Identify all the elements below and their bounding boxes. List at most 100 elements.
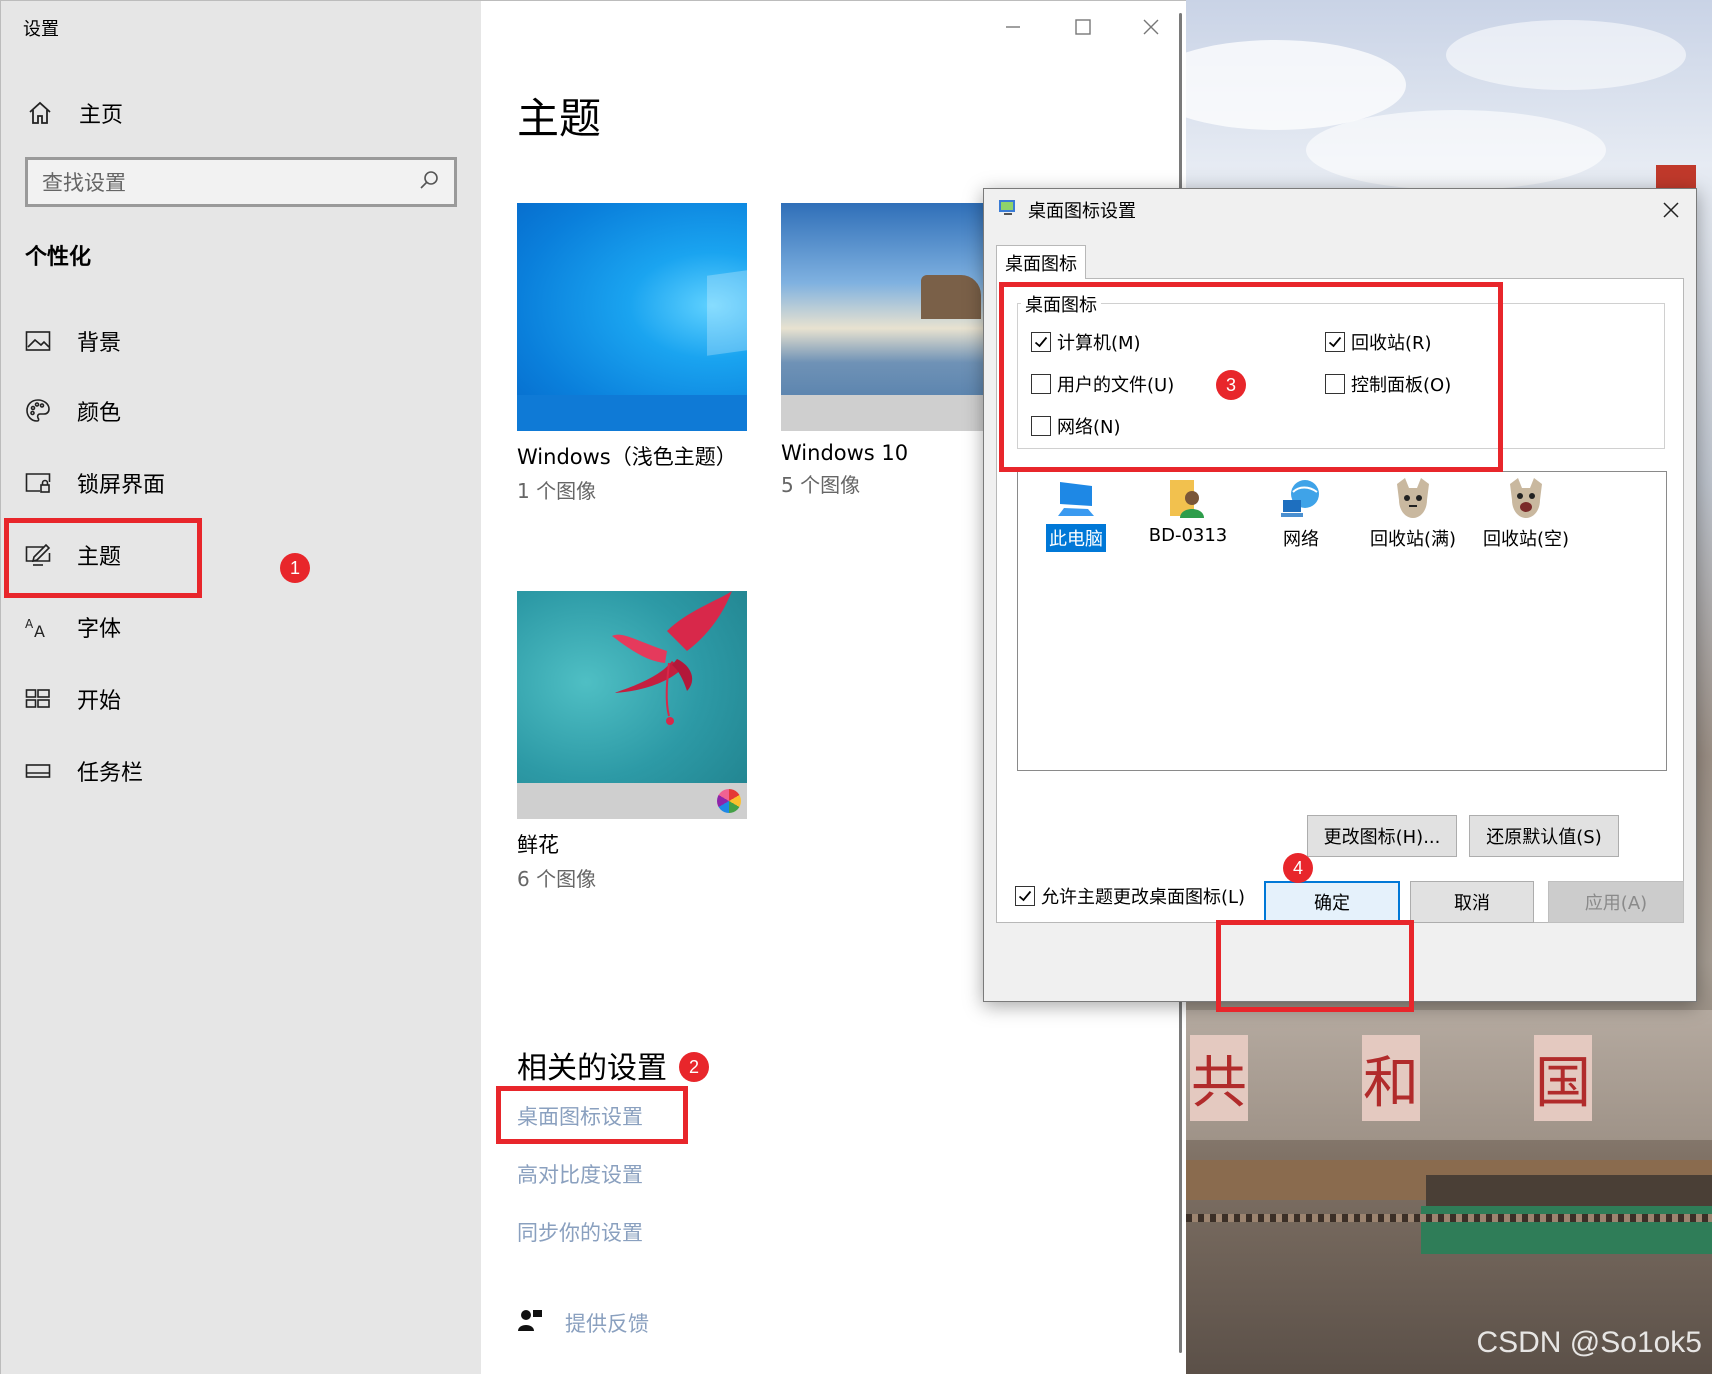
image-icon xyxy=(23,326,53,356)
checkbox-unchecked[interactable] xyxy=(1031,416,1051,436)
checkbox-unchecked[interactable] xyxy=(1325,374,1345,394)
sidebar-item-label: 开始 xyxy=(77,689,122,714)
desktop-icon-settings-dialog: 桌面图标设置 桌面图标 桌面图标 计算机(M) 回收站(R) 用户的文件(U) … xyxy=(983,188,1697,1002)
checkbox-label: 网络(N) xyxy=(1057,417,1121,438)
dialog-titlebar[interactable]: 桌面图标设置 xyxy=(984,189,1696,231)
sidebar-item-label: 背景 xyxy=(77,331,122,356)
icon-tile-recycle-empty[interactable]: 回收站(空) xyxy=(1476,476,1576,552)
checkbox-unchecked[interactable] xyxy=(1031,374,1051,394)
lock-screen-icon xyxy=(23,468,53,498)
icon-label: 回收站(满) xyxy=(1369,529,1457,550)
icon-tile-recycle-full[interactable]: 回收站(满) xyxy=(1363,476,1463,552)
sidebar-item-background[interactable]: 背景 xyxy=(23,319,121,363)
sidebar-item-label: 颜色 xyxy=(77,401,122,426)
icon-label: 此电脑 xyxy=(1046,524,1106,552)
network-checkbox[interactable]: 网络(N) xyxy=(1031,413,1121,439)
sidebar-item-colors[interactable]: 颜色 xyxy=(23,389,121,433)
computer-icon xyxy=(1058,482,1094,516)
font-icon: AA xyxy=(23,612,53,642)
gate-character: 和 xyxy=(1362,1035,1420,1121)
sidebar-item-themes[interactable]: 主题 xyxy=(23,533,121,577)
icon-label: BD-0313 xyxy=(1148,525,1228,546)
recycle-bin-full-icon xyxy=(1397,478,1429,518)
sidebar-item-lock-screen[interactable]: 锁屏界面 xyxy=(23,461,165,505)
group-label: 桌面图标 xyxy=(1021,291,1101,317)
tab-desktop-icons[interactable]: 桌面图标 xyxy=(996,245,1086,279)
icon-label: 网络 xyxy=(1283,529,1319,550)
search-icon xyxy=(418,169,440,196)
theme-card-windows-10[interactable]: Windows 10 5 个图像 xyxy=(781,203,1011,498)
theme-thumbnail xyxy=(517,591,747,819)
desktop-settings-icon xyxy=(998,198,1018,223)
dialog-close-button[interactable] xyxy=(1656,195,1686,225)
checkbox-label: 允许主题更改桌面图标(L) xyxy=(1041,887,1246,908)
sidebar-item-start[interactable]: 开始 xyxy=(23,677,121,721)
control-panel-checkbox[interactable]: 控制面板(O) xyxy=(1325,371,1451,397)
feedback-link[interactable]: 提供反馈 xyxy=(517,1307,649,1338)
dialog-title: 桌面图标设置 xyxy=(1028,201,1136,222)
restore-default-button[interactable]: 还原默认值(S) xyxy=(1469,815,1619,857)
ok-button[interactable]: 确定 xyxy=(1264,881,1400,923)
icon-tile-this-pc[interactable]: 此电脑 xyxy=(1026,476,1126,552)
flower-image xyxy=(612,591,732,725)
icon-tile-user-folder[interactable]: BD-0313 xyxy=(1138,476,1238,547)
checkbox-label: 用户的文件(U) xyxy=(1057,375,1175,396)
theme-card-windows-light[interactable]: Windows（浅色主题） 1 个图像 xyxy=(517,203,747,504)
theme-image-count: 5 个图像 xyxy=(781,473,861,497)
checkbox-checked[interactable] xyxy=(1015,886,1035,906)
sidebar-item-label: 任务栏 xyxy=(77,761,144,786)
cancel-button[interactable]: 取消 xyxy=(1410,881,1534,923)
search-input[interactable]: 查找设置 xyxy=(25,157,457,207)
sidebar-item-label: 字体 xyxy=(77,617,122,642)
checkbox-checked[interactable] xyxy=(1325,332,1345,352)
sidebar-item-fonts[interactable]: AA 字体 xyxy=(23,605,121,649)
home-icon xyxy=(25,98,55,128)
network-globe-icon xyxy=(1281,480,1319,517)
gate-character: 国 xyxy=(1534,1035,1592,1121)
annotation-badge: 2 xyxy=(679,1052,709,1082)
window-title: 设置 xyxy=(23,19,59,40)
sync-settings-link[interactable]: 同步你的设置 xyxy=(517,1217,643,1247)
theme-name: 鲜花 xyxy=(517,833,559,857)
close-button[interactable] xyxy=(1131,11,1171,43)
apply-button[interactable]: 应用(A) xyxy=(1548,881,1684,923)
taskbar-icon xyxy=(23,756,53,786)
recycle-bin-checkbox[interactable]: 回收站(R) xyxy=(1325,329,1432,355)
user-files-checkbox[interactable]: 用户的文件(U) xyxy=(1031,371,1174,397)
sidebar-item-label: 锁屏界面 xyxy=(77,473,166,498)
computer-checkbox[interactable]: 计算机(M) xyxy=(1031,329,1141,355)
minimize-button[interactable] xyxy=(993,11,1033,43)
allow-themes-checkbox[interactable]: 允许主题更改桌面图标(L) xyxy=(1015,883,1245,909)
checkbox-checked[interactable] xyxy=(1031,332,1051,352)
theme-image-count: 1 个图像 xyxy=(517,479,597,503)
desktop-icon-settings-link[interactable]: 桌面图标设置 xyxy=(517,1101,643,1131)
theme-pen-icon xyxy=(23,540,53,570)
svg-text:A: A xyxy=(34,622,45,639)
watermark: CSDN @So1ok5 xyxy=(1476,1326,1702,1359)
user-folder-icon xyxy=(1170,480,1204,518)
theme-name: Windows（浅色主题） xyxy=(517,445,737,469)
page-title: 主题 xyxy=(517,94,602,143)
change-icon-button[interactable]: 更改图标(H)... xyxy=(1307,815,1457,857)
palette-icon xyxy=(23,396,53,426)
related-settings-heading: 相关的设置 xyxy=(517,1051,667,1086)
svg-text:A: A xyxy=(25,617,34,631)
home-nav-item[interactable]: 主页 xyxy=(25,93,123,133)
maximize-button[interactable] xyxy=(1063,11,1103,43)
annotation-badge: 1 xyxy=(280,553,310,583)
icon-list[interactable]: 此电脑 BD-0313 网络 回收站(满) 回收站(空) xyxy=(1017,471,1667,771)
theme-thumbnail xyxy=(517,203,747,431)
home-label: 主页 xyxy=(79,103,124,128)
icon-tile-network[interactable]: 网络 xyxy=(1251,476,1351,552)
sidebar-item-taskbar[interactable]: 任务栏 xyxy=(23,749,143,793)
dialog-tab-panel: 桌面图标 计算机(M) 回收站(R) 用户的文件(U) 控制面板(O) 网络(N… xyxy=(996,278,1684,923)
feedback-icon xyxy=(517,1307,543,1338)
theme-name: Windows 10 xyxy=(781,441,909,465)
checkbox-label: 计算机(M) xyxy=(1057,333,1141,354)
theme-image-count: 6 个图像 xyxy=(517,867,597,891)
annotation-badge: 4 xyxy=(1283,853,1313,883)
theme-card-flowers[interactable]: 鲜花 6 个图像 xyxy=(517,591,747,892)
settings-sidebar: 设置 主页 查找设置 个性化 背景 颜色 锁屏界面 主题 A A 字体 开始 任… xyxy=(1,1,481,1374)
theme-thumbnail xyxy=(781,203,991,431)
high-contrast-settings-link[interactable]: 高对比度设置 xyxy=(517,1159,643,1189)
